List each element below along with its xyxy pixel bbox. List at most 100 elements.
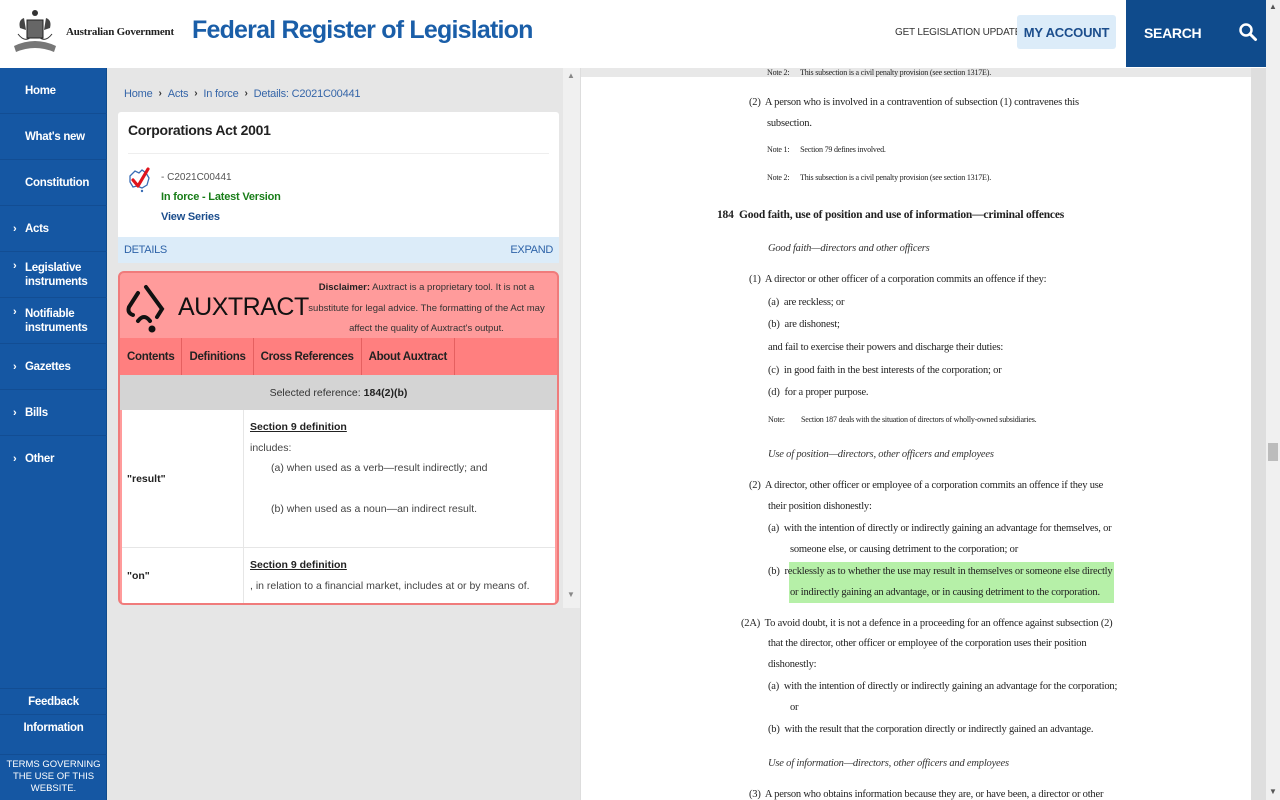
selected-reference-label: Selected reference: bbox=[269, 386, 361, 399]
auxtract-panel: AUXTRACT Disclaimer: Auxtract is a propr… bbox=[118, 271, 559, 605]
sidebar-item-label: Constitution bbox=[25, 176, 90, 189]
panel-scrollbar[interactable]: ▲ ▼ bbox=[563, 68, 580, 608]
note-line: Note 2: This subsection is a civil penal… bbox=[767, 173, 991, 182]
definition-source-link[interactable]: Section 9 definition bbox=[250, 559, 347, 571]
coat-of-arms-icon[interactable] bbox=[10, 8, 60, 56]
tab-contents[interactable]: Contents bbox=[120, 338, 183, 375]
sidebar-item-label: Home bbox=[25, 84, 56, 97]
document-line: and fail to exercise their powers and di… bbox=[768, 342, 1004, 353]
document-line: dishonestly: bbox=[768, 659, 817, 670]
definition-source-link[interactable]: Section 9 definition bbox=[250, 421, 347, 433]
definition-line: (b) when used as a noun—an indirect resu… bbox=[271, 503, 478, 515]
tab-cross-references[interactable]: Cross References bbox=[254, 338, 362, 375]
document-line: (2A) To avoid doubt, it is not a defence… bbox=[741, 618, 1113, 629]
document-line: (b) recklessly as to whether the use may… bbox=[768, 566, 1113, 577]
search-label: SEARCH bbox=[1144, 25, 1202, 41]
breadcrumb-separator-icon: › bbox=[158, 88, 162, 99]
table-row: "on" Section 9 definition , in relation … bbox=[122, 548, 555, 603]
sidebar-item-other[interactable]: › Other bbox=[0, 436, 107, 482]
sidebar-item-notifiable-instruments[interactable]: › Notifiable instruments bbox=[0, 298, 107, 344]
legislation-updates-link[interactable]: GET LEGISLATION UPDATES bbox=[895, 27, 1028, 38]
auxtract-name: AUXTRACT bbox=[178, 293, 309, 321]
sidebar-item-legislative-instruments[interactable]: › Legislative instruments bbox=[0, 252, 107, 298]
definition-term: "on" bbox=[122, 548, 244, 603]
scroll-down-icon[interactable]: ▼ bbox=[567, 590, 575, 599]
search-button[interactable]: SEARCH bbox=[1126, 0, 1266, 67]
document-line: (c) in good faith in the best interests … bbox=[768, 365, 1002, 376]
sidebar-item-label: Acts bbox=[25, 222, 49, 235]
tab-definitions[interactable]: Definitions bbox=[182, 338, 254, 375]
document-line: (3) A person who obtains information bec… bbox=[749, 789, 1104, 800]
document-line: (a) with the intention of directly or in… bbox=[768, 523, 1112, 534]
document-line: their position dishonestly: bbox=[768, 501, 872, 512]
view-series-link[interactable]: View Series bbox=[161, 211, 220, 223]
sidebar-item-acts[interactable]: › Acts bbox=[0, 206, 107, 252]
document-line: (b) with the result that the corporation… bbox=[768, 724, 1094, 735]
document-line: (2) A director, other officer or employe… bbox=[749, 480, 1104, 491]
document-line: someone else, or causing detriment to th… bbox=[790, 544, 1018, 555]
expand-button[interactable]: EXPAND bbox=[510, 244, 553, 256]
note-line: Note: Section 187 deals with the situati… bbox=[768, 415, 1037, 424]
details-bar: DETAILS EXPAND bbox=[118, 237, 559, 263]
sidebar-item-label: Bills bbox=[25, 406, 48, 419]
auxtract-tabs: Contents Definitions Cross References Ab… bbox=[120, 338, 557, 375]
subheading: Use of information—directors, other offi… bbox=[768, 758, 1009, 769]
section-heading: 184 Good faith, use of position and use … bbox=[717, 209, 1065, 221]
chevron-right-icon: › bbox=[13, 222, 17, 235]
auxtract-logo-icon bbox=[126, 285, 165, 333]
divider bbox=[128, 153, 549, 154]
site-title[interactable]: Federal Register of Legislation bbox=[192, 16, 533, 45]
page-scrollbar[interactable]: ▲ ▼ bbox=[1266, 0, 1280, 800]
document-line: (2) A person who is involved in a contra… bbox=[749, 97, 1079, 108]
terms-link[interactable]: TERMS GOVERNING THE USE OF THIS WEBSITE. bbox=[0, 754, 107, 795]
document-line: that the director, other officer or empl… bbox=[768, 638, 1087, 649]
breadcrumb: Home › Acts › In force › Details: C2021C… bbox=[124, 88, 361, 100]
breadcrumb-separator-icon: › bbox=[194, 88, 198, 99]
sidebar-item-constitution[interactable]: Constitution bbox=[0, 160, 107, 206]
breadcrumb-current: Details: C2021C00441 bbox=[253, 88, 361, 100]
details-label: DETAILS bbox=[124, 244, 167, 256]
information-link[interactable]: Information bbox=[0, 714, 107, 740]
chevron-right-icon: › bbox=[13, 453, 17, 465]
definitions-table: "result" Section 9 definition includes: … bbox=[122, 410, 555, 603]
chevron-right-icon: › bbox=[13, 260, 17, 272]
definition-line: , in relation to a financial market, inc… bbox=[250, 580, 530, 592]
breadcrumb-in-force[interactable]: In force bbox=[203, 88, 238, 100]
act-id: - C2021C00441 bbox=[161, 172, 232, 183]
sidebar-item-home[interactable]: Home bbox=[0, 68, 107, 114]
selected-reference: Selected reference: 184(2)(b) bbox=[120, 375, 557, 410]
disclaimer-label: Disclaimer: bbox=[318, 282, 370, 293]
scroll-up-icon[interactable]: ▲ bbox=[1269, 2, 1277, 11]
sidebar-item-bills[interactable]: › Bills bbox=[0, 390, 107, 436]
sidebar-item-whats-new[interactable]: What's new bbox=[0, 114, 107, 160]
document-line: (1) A director or other officer of a cor… bbox=[749, 274, 1047, 285]
legislation-document: Note 2: This subsection is a civil penal… bbox=[580, 68, 1267, 800]
scroll-up-icon[interactable]: ▲ bbox=[567, 71, 575, 80]
sidebar-item-gazettes[interactable]: › Gazettes bbox=[0, 344, 107, 390]
tab-about-auxtract[interactable]: About Auxtract bbox=[362, 338, 456, 375]
australia-checkmark-icon bbox=[129, 167, 150, 193]
definition-term: "result" bbox=[122, 410, 244, 547]
sidebar-item-label: Legislative instruments bbox=[25, 261, 88, 288]
scroll-down-icon[interactable]: ▼ bbox=[1269, 787, 1277, 796]
selected-reference-value: 184(2)(b) bbox=[363, 386, 408, 399]
scrollbar-thumb[interactable] bbox=[1268, 443, 1278, 461]
act-title: Corporations Act 2001 bbox=[128, 122, 271, 138]
sidebar-item-label: What's new bbox=[25, 130, 85, 143]
document-line: (b) are dishonest; bbox=[768, 319, 840, 330]
subheading: Good faith—directors and other officers bbox=[768, 243, 930, 254]
my-account-button[interactable]: MY ACCOUNT bbox=[1017, 15, 1116, 49]
document-line: or indirectly gaining an advantage, or i… bbox=[790, 587, 1100, 598]
breadcrumb-home[interactable]: Home bbox=[124, 88, 153, 100]
document-line: (a) are reckless; or bbox=[768, 297, 845, 308]
feedback-link[interactable]: Feedback bbox=[0, 688, 107, 714]
table-row: "result" Section 9 definition includes: … bbox=[122, 410, 555, 548]
breadcrumb-separator-icon: › bbox=[244, 88, 248, 99]
chevron-right-icon: › bbox=[13, 360, 17, 373]
chevron-right-icon: › bbox=[13, 406, 17, 419]
chevron-right-icon: › bbox=[13, 306, 17, 318]
act-status: In force - Latest Version bbox=[161, 191, 281, 203]
details-panel: Home › Acts › In force › Details: C2021C… bbox=[107, 68, 580, 800]
breadcrumb-acts[interactable]: Acts bbox=[168, 88, 189, 100]
government-label: Australian Government bbox=[66, 26, 174, 38]
